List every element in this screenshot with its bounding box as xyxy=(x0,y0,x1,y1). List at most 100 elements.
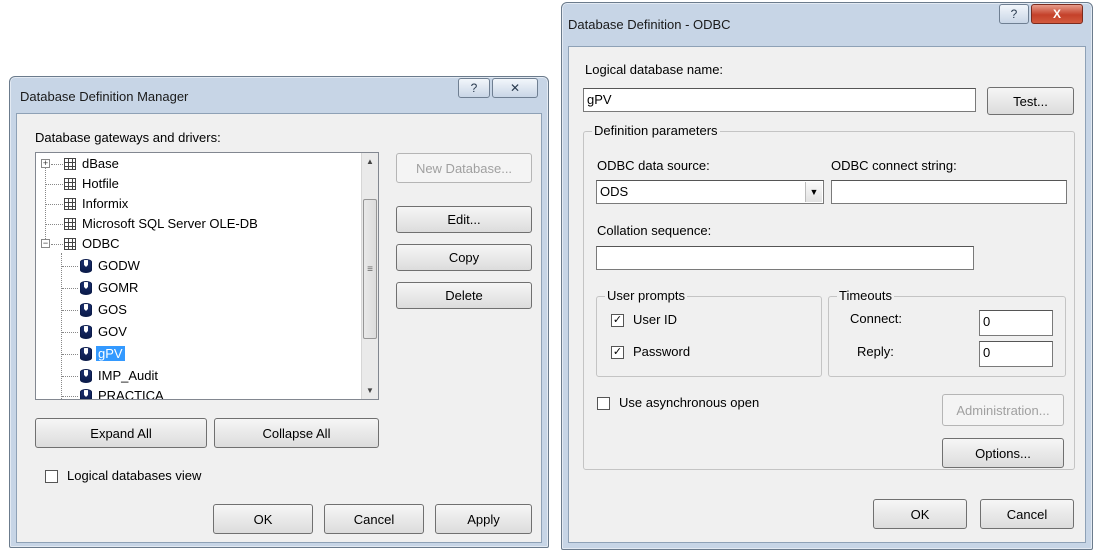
definition-parameters-title: Definition parameters xyxy=(592,123,720,138)
user-prompts-group: User prompts xyxy=(596,288,822,377)
cancel-button[interactable]: Cancel xyxy=(324,504,424,534)
tree-line xyxy=(62,396,78,397)
password-checkbox[interactable]: ✓ xyxy=(611,346,624,359)
database-definition-odbc-window: Database Definition - ODBC ? X Logical d… xyxy=(561,2,1093,550)
connect-string-input[interactable] xyxy=(831,180,1067,204)
tree-node-label: ODBC xyxy=(82,236,120,251)
tree-line xyxy=(62,266,78,267)
tree-line xyxy=(62,376,78,377)
tree-node-dbase[interactable]: + dBase xyxy=(36,155,356,173)
grid-icon xyxy=(64,238,76,250)
tree-line xyxy=(51,164,63,165)
tree-line xyxy=(62,310,78,311)
administration-button[interactable]: Administration... xyxy=(942,394,1064,426)
data-source-label: ODBC data source: xyxy=(597,158,710,173)
manager-close-button[interactable]: ✕ xyxy=(492,78,538,98)
tree-node-label: GOS xyxy=(98,302,127,317)
tree-node-informix[interactable]: Informix xyxy=(36,195,356,213)
scroll-thumb[interactable]: ≡ xyxy=(363,199,377,339)
tree-line xyxy=(46,224,63,225)
chevron-down-icon[interactable]: ▼ xyxy=(805,182,822,202)
edit-button[interactable]: Edit... xyxy=(396,206,532,233)
collation-input[interactable] xyxy=(596,246,974,270)
manager-titlebar: Database Definition Manager ? ✕ xyxy=(10,77,548,107)
logical-databases-view-checkbox[interactable] xyxy=(45,470,58,483)
options-button[interactable]: Options... xyxy=(942,438,1064,468)
connect-timeout-input[interactable]: 0 xyxy=(979,310,1053,336)
tree-node-label: Microsoft SQL Server OLE-DB xyxy=(82,216,258,231)
data-source-select[interactable]: ODS ▼ xyxy=(596,180,824,204)
tree-line xyxy=(62,288,78,289)
new-database-button[interactable]: New Database... xyxy=(396,153,532,183)
logical-databases-view-label: Logical databases view xyxy=(67,468,202,483)
tree-node-label: Hotfile xyxy=(82,176,119,191)
grid-icon xyxy=(64,178,76,190)
tree-node-gos[interactable]: GOS xyxy=(36,301,356,319)
expand-icon[interactable]: + xyxy=(41,159,50,168)
logical-name-input[interactable]: gPV xyxy=(583,88,976,112)
odbc-close-button[interactable]: X xyxy=(1031,4,1083,24)
tree-node-practica[interactable]: PRACTICA xyxy=(36,387,356,399)
scroll-up-icon[interactable]: ▲ xyxy=(362,153,378,170)
connect-string-label: ODBC connect string: xyxy=(831,158,957,173)
database-icon xyxy=(80,369,92,383)
database-icon xyxy=(80,303,92,317)
tree-node-godw[interactable]: GODW xyxy=(36,257,356,275)
async-open-checkbox[interactable] xyxy=(597,397,610,410)
apply-button[interactable]: Apply xyxy=(435,504,532,534)
ok-button[interactable]: OK xyxy=(213,504,313,534)
collation-label: Collation sequence: xyxy=(597,223,712,238)
tree-node-imp-audit[interactable]: IMP_Audit xyxy=(36,367,356,385)
database-icon xyxy=(80,259,92,273)
tree-node-gov[interactable]: GOV xyxy=(36,323,356,341)
logical-name-label: Logical database name: xyxy=(585,62,724,77)
tree-node-gpv[interactable]: gPV xyxy=(36,345,356,363)
tree-node-label: GODW xyxy=(98,258,140,273)
tree-node-gomr[interactable]: GOMR xyxy=(36,279,356,297)
cancel-button[interactable]: Cancel xyxy=(980,499,1074,529)
database-icon xyxy=(80,281,92,295)
check-icon: ✓ xyxy=(612,346,623,358)
tree-node-label: GOV xyxy=(98,324,127,339)
odbc-titlebar: Database Definition - ODBC ? X xyxy=(562,3,1092,33)
scroll-down-icon[interactable]: ▼ xyxy=(362,382,378,399)
tree-line xyxy=(46,184,63,185)
gateways-label: Database gateways and drivers: xyxy=(35,130,221,145)
grid-icon xyxy=(64,198,76,210)
manager-help-button[interactable]: ? xyxy=(458,78,490,98)
odbc-title: Database Definition - ODBC xyxy=(568,17,731,32)
timeouts-title: Timeouts xyxy=(837,288,894,303)
tree-node-label-selected: gPV xyxy=(96,346,125,361)
data-source-value: ODS xyxy=(600,184,629,199)
database-icon xyxy=(80,325,92,339)
delete-button[interactable]: Delete xyxy=(396,282,532,309)
grid-icon xyxy=(64,158,76,170)
copy-button[interactable]: Copy xyxy=(396,244,532,271)
collapse-all-button[interactable]: Collapse All xyxy=(214,418,379,448)
expand-all-button[interactable]: Expand All xyxy=(35,418,207,448)
tree-node-odbc[interactable]: − ODBC xyxy=(36,235,356,253)
close-icon: X xyxy=(1052,7,1061,21)
tree-node-mssql[interactable]: Microsoft SQL Server OLE-DB xyxy=(36,215,356,233)
tree-line xyxy=(46,204,63,205)
tree-node-label: GOMR xyxy=(98,280,139,295)
user-id-checkbox[interactable]: ✓ xyxy=(611,314,624,327)
tree-node-hotfile[interactable]: Hotfile xyxy=(36,175,356,193)
async-open-label: Use asynchronous open xyxy=(619,395,760,410)
tree-scrollbar[interactable]: ▲ ≡ ▼ xyxy=(361,153,378,399)
odbc-help-button[interactable]: ? xyxy=(999,4,1029,24)
connect-timeout-label: Connect: xyxy=(850,311,903,326)
tree-line xyxy=(62,332,78,333)
reply-timeout-input[interactable]: 0 xyxy=(979,341,1053,367)
test-button[interactable]: Test... xyxy=(987,87,1074,115)
user-id-label: User ID xyxy=(633,312,678,327)
gateways-tree[interactable]: + dBase Hotfile Informix Microsoft SQL S… xyxy=(35,152,379,400)
password-label: Password xyxy=(633,344,691,359)
collapse-icon[interactable]: − xyxy=(41,239,50,248)
tree-node-label: IMP_Audit xyxy=(98,368,158,383)
check-icon: ✓ xyxy=(612,314,623,326)
user-prompts-title: User prompts xyxy=(605,288,688,303)
grid-icon xyxy=(64,218,76,230)
ok-button[interactable]: OK xyxy=(873,499,967,529)
database-definition-manager-window: Database Definition Manager ? ✕ Database… xyxy=(9,76,549,548)
